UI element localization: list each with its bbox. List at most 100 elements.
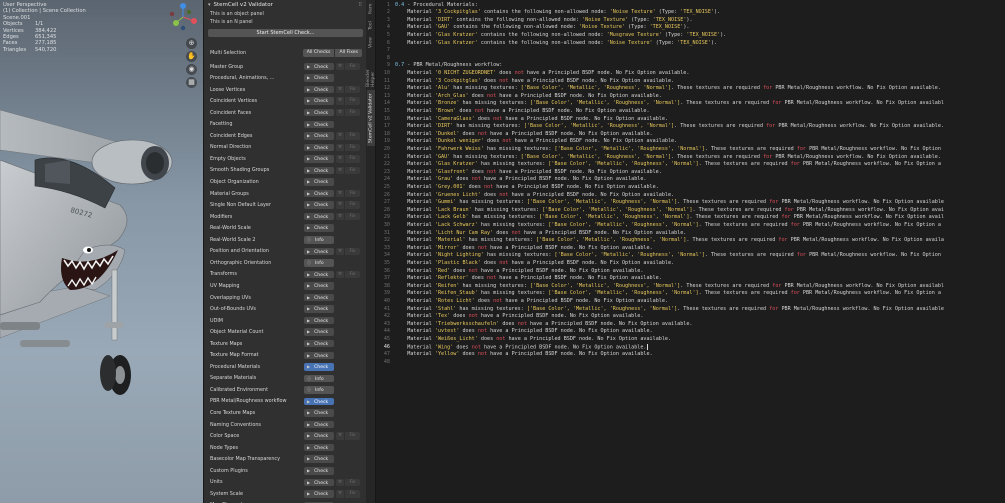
check-button[interactable]: ▶Check xyxy=(304,178,334,186)
check-button[interactable]: ▶Check xyxy=(304,74,334,82)
code-token: have a Principled BSDF node. No Fix Opti… xyxy=(477,267,644,274)
fix-button-group[interactable]: ⚒ Fix xyxy=(336,490,360,498)
code-token: Material xyxy=(395,351,435,358)
check-button[interactable]: ▶Check xyxy=(304,490,334,498)
check-button[interactable]: ▶Check xyxy=(304,293,334,302)
code-token: does xyxy=(459,351,478,358)
check-button[interactable]: ▶Check xyxy=(304,85,334,94)
check-button[interactable]: ▶Check xyxy=(304,397,334,406)
fix-button-group[interactable]: ⚒ Fix xyxy=(336,166,360,175)
check-button[interactable]: ▶Check xyxy=(304,467,334,475)
fix-button-group[interactable]: ⚒ Fix xyxy=(336,212,360,221)
check-button[interactable]: ▶Check xyxy=(304,455,334,463)
code-token: have a Principled BSDF node. No Fix Opti… xyxy=(477,313,644,320)
code-token: 'Fahrwerk Weiss' xyxy=(434,145,484,152)
fix-button-group[interactable]: ⚒ Fix xyxy=(336,108,360,117)
check-button[interactable]: ▶Check xyxy=(304,155,334,163)
check-button[interactable]: ▶Check xyxy=(304,328,334,336)
all-checks-button[interactable]: All Checks xyxy=(302,48,335,57)
line-number: 5 xyxy=(386,31,390,38)
fix-button-group[interactable]: ⚒ Fix xyxy=(336,201,360,209)
check-button[interactable]: ▶Check xyxy=(304,363,334,371)
line-number: 26 xyxy=(383,191,390,198)
check-button[interactable]: ▶Check xyxy=(304,132,334,140)
code-token: 'Wing' xyxy=(434,344,454,350)
fix-button-group[interactable]: ⚒ Fix xyxy=(336,132,360,140)
fix-button-group[interactable]: ⚒ Fix xyxy=(336,478,360,487)
check-button[interactable]: ▶Check xyxy=(304,432,334,440)
zoom-icon[interactable]: ⊕ xyxy=(186,38,197,49)
tab-item[interactable]: Item xyxy=(367,2,375,16)
check-row-label: Facetting xyxy=(210,121,233,128)
info-button[interactable]: ⓘ Info xyxy=(304,374,334,383)
check-button[interactable]: ▶Check xyxy=(304,143,334,152)
check-row-label: Single Non Default Layer xyxy=(210,202,271,209)
line-number: 30 xyxy=(383,221,390,228)
check-button[interactable]: ▶Check xyxy=(304,120,334,128)
info-button[interactable]: ⓘ Info xyxy=(304,236,334,244)
fix-button-group[interactable]: ⚒ Fix xyxy=(336,85,360,94)
start-check-button[interactable]: Start StemCell Check... xyxy=(208,29,363,37)
overlay-stat-row: Triangles 540,720 xyxy=(3,47,86,53)
panel-header[interactable]: ▾ StemCell v2 Validator ⠿ xyxy=(204,0,366,9)
check-button[interactable]: ▶Check xyxy=(304,224,334,232)
tab-view[interactable]: View xyxy=(367,36,375,50)
check-button[interactable]: ▶Check xyxy=(304,189,334,198)
check-button[interactable]: ▶Check xyxy=(304,409,334,417)
code-token: for xyxy=(766,123,776,130)
all-fixes-button[interactable]: All Fixes xyxy=(335,48,362,57)
fix-button-group[interactable]: ⚒ Fix xyxy=(336,432,360,440)
check-button[interactable]: ▶Check xyxy=(304,166,334,175)
info-button[interactable]: ⓘ Info xyxy=(304,259,334,267)
info-icon: ⓘ xyxy=(307,375,311,381)
navigation-gizmo[interactable] xyxy=(166,2,200,32)
camera-icon[interactable]: ◉ xyxy=(186,64,197,75)
fix-button-group[interactable]: ⚒ Fix xyxy=(336,155,360,163)
code-token: 'Weißes_Licht' xyxy=(434,335,478,342)
tab-blender-helper[interactable]: Blender Helper xyxy=(366,53,376,87)
tab-tool[interactable]: Tool xyxy=(367,19,375,33)
check-button[interactable]: ▶Check xyxy=(304,478,334,487)
info-icon: ⓘ xyxy=(307,237,311,242)
code-line: Material 'uvtest' does not have a Princi… xyxy=(395,328,652,336)
text-editor[interactable]: 1 2 3 4 5 6 7 8 9 10 11 12 13 14 15 16 17 18 19 20 21 22 23 24 2… xyxy=(377,0,1005,503)
check-row: Normal Direction ▶ Check ⚒ Fix xyxy=(210,143,362,152)
code-token: 'Licht Nur Cam Ray' xyxy=(434,229,494,236)
code-token: Material xyxy=(395,191,435,198)
collapse-chevron-icon[interactable]: ▾ xyxy=(208,2,211,8)
check-button[interactable]: ▶Check xyxy=(304,282,334,290)
drag-handle-icon[interactable]: ⠿ xyxy=(358,2,362,8)
fix-button-group[interactable]: ⚒ Fix xyxy=(336,270,360,279)
code-token: 'GAU' xyxy=(434,24,451,31)
code-token: does xyxy=(480,191,500,198)
info-button[interactable]: ⓘ Info xyxy=(304,386,334,394)
check-button[interactable]: ▶Check xyxy=(304,108,334,117)
code-token: 'Tex' xyxy=(434,313,451,320)
pan-hand-icon[interactable]: ✋ xyxy=(186,51,197,62)
check-button[interactable]: ▶Check xyxy=(304,247,334,256)
check-button[interactable]: ▶Check xyxy=(304,201,334,209)
fix-button-group[interactable]: ⚒ Fix xyxy=(336,62,360,71)
check-button[interactable]: ▶Check xyxy=(304,270,334,279)
check-button[interactable]: ▶Check xyxy=(304,62,334,71)
fix-button-group[interactable]: ⚒ Fix xyxy=(336,143,360,152)
check-button[interactable]: ▶Check xyxy=(304,212,334,221)
play-icon: ▶ xyxy=(307,133,311,139)
check-button[interactable]: ▶Check xyxy=(304,316,334,325)
check-button[interactable]: ▶Check xyxy=(304,351,334,359)
tab-stemcell-v2-validator[interactable]: StemCell v2 Validator xyxy=(367,90,375,146)
fix-button-group[interactable]: ⚒ Fix xyxy=(336,189,360,198)
check-button[interactable]: ▶Check xyxy=(304,305,334,313)
check-row: Procedural Materials ▶ Check xyxy=(210,362,362,371)
fix-button-group[interactable]: ⚒ Fix xyxy=(336,97,360,105)
line-number: 35 xyxy=(383,259,390,266)
3d-viewport[interactable]: 80272 User Perspective (1) Collection | S… xyxy=(0,0,203,503)
fix-button-group[interactable]: ⚒ Fix xyxy=(336,247,360,256)
check-button[interactable]: ▶Check xyxy=(304,97,334,105)
code-token: 'Glas Kratzer' xyxy=(434,31,478,38)
check-button[interactable]: ▶Check xyxy=(304,339,334,348)
check-button[interactable]: ▶Check xyxy=(304,420,334,429)
check-button[interactable]: ▶Check xyxy=(304,443,334,452)
grid-icon[interactable]: ▦ xyxy=(186,77,197,88)
play-icon: ▶ xyxy=(307,190,311,196)
